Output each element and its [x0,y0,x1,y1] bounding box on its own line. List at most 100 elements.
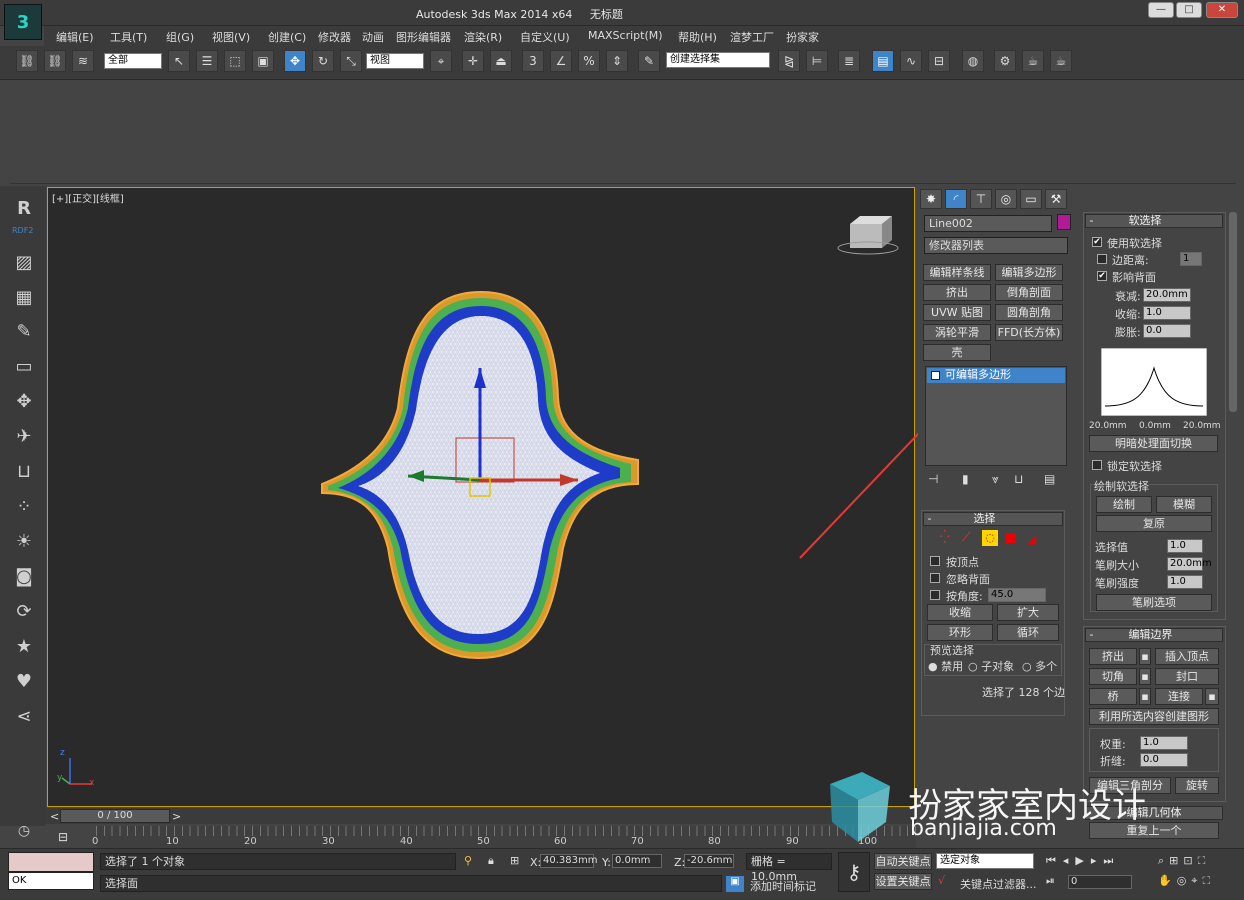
bridge-button[interactable]: 桥 [1089,688,1137,705]
by-angle-spinner[interactable]: 45.0 [988,588,1046,602]
minimize-button[interactable]: — [1148,2,1174,18]
element-mode-icon[interactable]: ◪ [1026,532,1037,546]
mod-edit-poly-button[interactable]: 编辑多边形 [995,264,1063,281]
y-coordinate-field[interactable]: 0.0mm [612,854,662,868]
make-unique-icon[interactable]: ⩔ [992,472,999,487]
rect-selection-icon[interactable]: ⬚ [224,50,246,72]
playback-controls[interactable]: ⏮◂▶▸⏭ [1046,854,1120,868]
time-slider-thumb[interactable]: 0 / 100 [60,809,170,823]
x-coordinate-field[interactable]: 40.383mm [540,854,597,868]
mod-turbosmooth-button[interactable]: 涡轮平滑 [923,324,991,341]
lock-soft-selection-checkbox[interactable] [1092,460,1102,470]
time-tag-icon[interactable]: ▣ [726,876,744,892]
reference-coord-dropdown[interactable]: 视图 [366,53,424,69]
back-icon[interactable]: ◷ [13,820,35,842]
ignore-backfacing-checkbox[interactable] [930,573,940,583]
plane-icon[interactable]: ✈ [13,426,35,448]
bridge-settings-icon[interactable]: ▪ [1139,688,1151,705]
set-key-icon[interactable]: ⚷ [838,852,870,892]
revert-button[interactable]: 复原 [1096,515,1212,532]
cap-button[interactable]: 封口 [1155,668,1219,685]
object-color-swatch[interactable] [1057,214,1071,230]
brush-strength-spinner[interactable]: 1.0 [1167,575,1203,589]
polygon-mode-icon[interactable] [1006,533,1016,543]
configure-sets-icon[interactable]: ▤ [1044,472,1055,486]
image-icon[interactable]: ▨ [13,252,35,274]
viewport-front[interactable]: [+][正交][线框] z y x [47,187,915,807]
menu-tools[interactable]: 工具(T) [110,29,147,45]
display-tab-icon[interactable]: ▭ [1020,189,1042,209]
camera-icon[interactable]: ◙ [13,566,35,588]
menu-customize[interactable]: 自定义(U) [520,29,570,45]
close-button[interactable]: ✕ [1206,2,1238,18]
select-manipulate-icon[interactable]: ✛ [462,50,484,72]
menu-view[interactable]: 视图(V) [212,29,250,45]
paint-button[interactable]: 绘制 [1096,496,1152,513]
graphite-ribbon-icon[interactable]: ▤ [872,50,894,72]
snaps-toggle-icon[interactable]: 3 [522,50,544,72]
grow-button[interactable]: 扩大 [997,604,1059,621]
pin-stack-icon[interactable]: ⊣ [928,472,938,486]
maxscript-mini-listener[interactable]: OK [8,872,94,890]
by-vertex-checkbox[interactable] [930,556,940,566]
modifier-list-dropdown[interactable]: 修改器列表 [924,237,1068,254]
menu-modifiers[interactable]: 修改器 [318,29,351,45]
mod-fillet-button[interactable]: 圆角剖角 [995,304,1063,321]
monitor-icon[interactable]: ▭ [13,356,35,378]
menu-group[interactable]: 组(G) [166,29,194,45]
by-angle-checkbox[interactable] [930,590,940,600]
time-slider[interactable]: < 0 / 100 > [46,808,916,824]
menu-animation[interactable]: 动画 [362,29,384,45]
object-name-field[interactable]: Line002 [924,215,1052,232]
border-mode-icon[interactable]: ◌ [982,530,998,546]
affect-backfacing-checkbox[interactable]: ✔ [1097,271,1107,281]
pinch-spinner[interactable]: 1.0 [1143,306,1191,320]
edge-mode-icon[interactable]: ⟋ [962,530,970,545]
connect-settings-icon[interactable]: ▪ [1205,688,1219,705]
rotate-icon[interactable]: ↻ [312,50,334,72]
align-icon[interactable]: ⊨ [806,50,828,72]
soft-selection-header[interactable]: - 软选择 [1085,214,1223,228]
weight-spinner[interactable]: 1.0 [1140,736,1188,750]
menu-maxscript[interactable]: MAXScript(M) [588,29,663,42]
bind-spacewarp-icon[interactable]: ≋ [72,50,94,72]
menu-render[interactable]: 渲染(R) [464,29,502,45]
preview-subobject-radio[interactable]: ○ 子对象 [968,658,1014,674]
schematic-view-icon[interactable]: ⊟ [928,50,950,72]
spinner-snap-icon[interactable]: ⇕ [606,50,628,72]
motion-tab-icon[interactable]: ◎ [995,189,1017,209]
create-shape-button[interactable]: 利用所选内容创建图形 [1089,708,1219,725]
sun-icon[interactable]: ☀ [13,531,35,553]
menu-xuanmeng[interactable]: 渲梦工厂 [730,29,774,45]
add-time-tag-button[interactable]: 添加时间标记 [750,878,816,894]
layer-manager-icon[interactable]: ≣ [838,50,860,72]
menu-banjiajia[interactable]: 扮家家 [786,29,819,45]
mod-ffd-box-button[interactable]: FFD(长方体) [995,324,1063,341]
key-filter-curve-icon[interactable]: √ [938,874,945,887]
preview-disable-radio[interactable]: ● 禁用 [928,658,963,674]
selection-rollout-header[interactable]: - 选择 [923,512,1063,526]
move-icon[interactable]: ✥ [284,50,306,72]
render-production-icon[interactable]: ☕ [1050,50,1072,72]
mod-shell-button[interactable]: 壳 [923,344,991,361]
connect-button[interactable]: 连接 [1155,688,1203,705]
key-mode-icon[interactable]: ⏯ [1046,874,1055,888]
inbox-icon[interactable]: ⊔ [13,461,35,483]
utilities-tab-icon[interactable]: ⚒ [1045,189,1067,209]
modifier-stack[interactable]: 可编辑多边形 [925,366,1067,466]
select-object-icon[interactable]: ↖ [168,50,190,72]
grid-icon[interactable]: ▦ [13,287,35,309]
edit-named-sets-icon[interactable]: ✎ [638,50,660,72]
mini-curve-editor-icon[interactable]: ⊟ [58,830,68,844]
time-prev-icon[interactable]: < [50,810,59,823]
app-logo-icon[interactable]: 3 [4,4,42,40]
panel-scrollbar[interactable] [1229,212,1237,412]
selection-filter-dropdown[interactable]: 全部 [104,53,162,69]
shaded-face-toggle-button[interactable]: 明暗处理面切换 [1089,435,1218,452]
mod-extrude-button[interactable]: 挤出 [923,284,991,301]
keyboard-shortcut-icon[interactable]: ⏏ [490,50,512,72]
auto-key-button[interactable]: 自动关键点 [874,853,932,870]
menu-create[interactable]: 创建(C) [268,29,306,45]
refresh-icon[interactable]: ⟳ [13,601,35,623]
lock-selection-icon[interactable]: 🔒︎ [488,854,494,868]
